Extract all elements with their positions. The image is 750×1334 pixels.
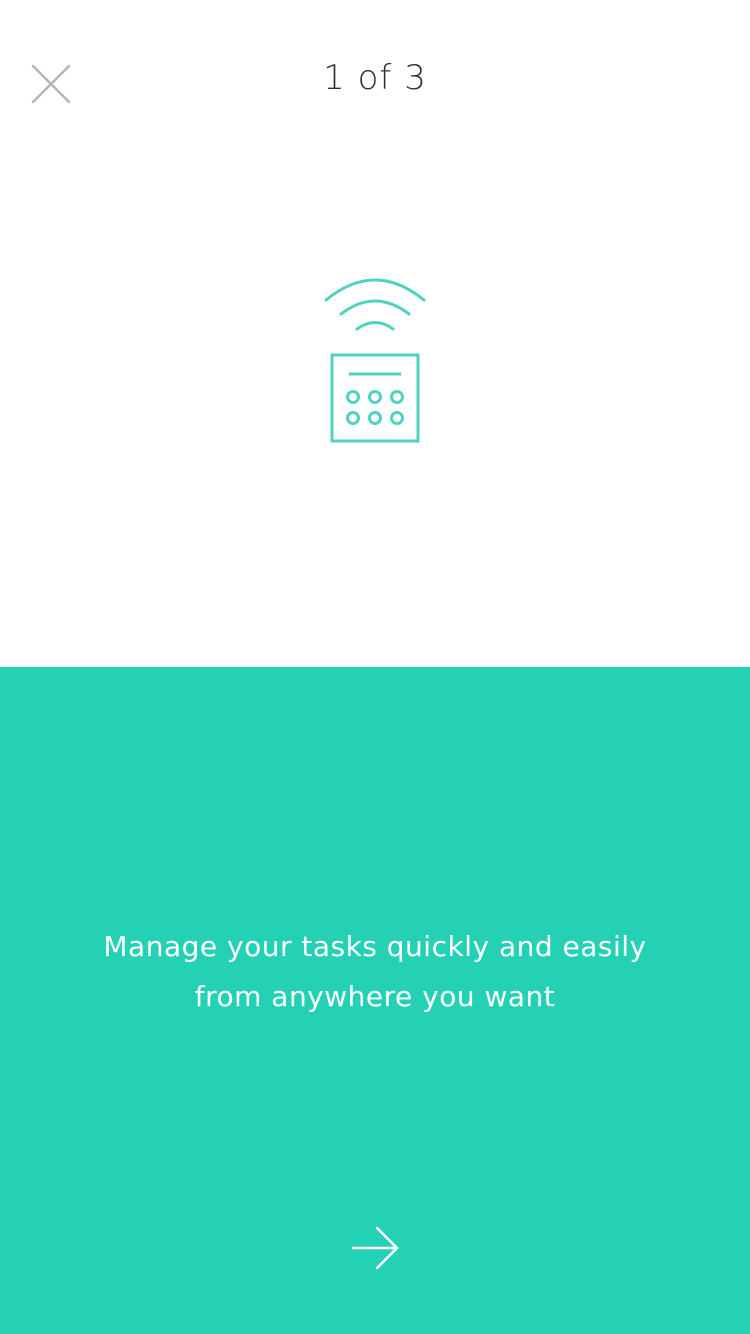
next-button[interactable] xyxy=(345,1222,405,1274)
onboarding-screen: 1 of 3 Manage your tasks quickly and eas… xyxy=(0,0,750,1334)
tagline: Manage your tasks quickly and easily fro… xyxy=(0,922,750,1022)
content-panel: Manage your tasks quickly and easily fro… xyxy=(0,667,750,1334)
page-counter: 1 of 3 xyxy=(323,58,427,98)
remote-control-wifi-icon xyxy=(324,278,426,443)
tagline-line-1: Manage your tasks quickly and easily xyxy=(103,930,647,963)
illustration-panel: 1 of 3 xyxy=(0,0,750,667)
tagline-line-2: from anywhere you want xyxy=(194,980,556,1013)
arrow-right-icon xyxy=(351,1226,399,1270)
